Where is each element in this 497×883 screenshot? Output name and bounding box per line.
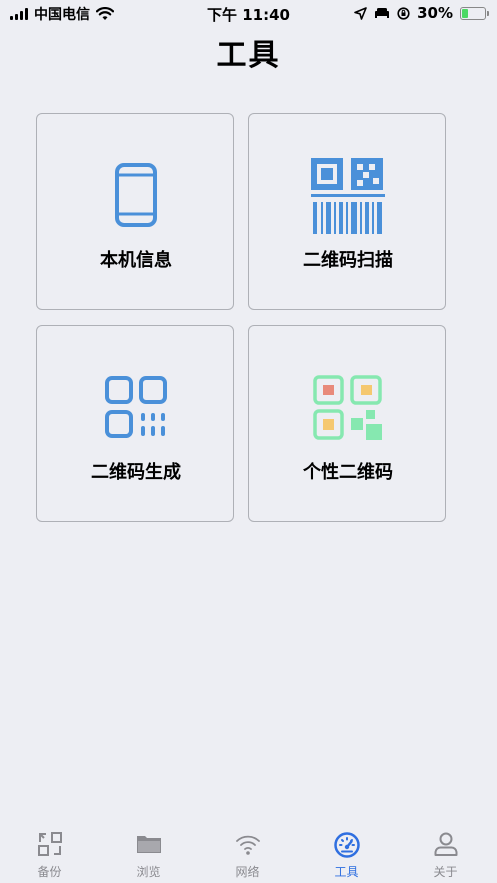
tab-label: 网络 xyxy=(235,865,260,879)
dashboard-icon xyxy=(333,832,360,858)
tab-label: 备份 xyxy=(37,865,62,879)
battery-icon xyxy=(460,6,489,20)
barcode-scan-icon xyxy=(311,158,385,234)
tool-card-qr-generate[interactable]: 二维码生成 xyxy=(36,325,234,522)
tool-card-qr-scan[interactable]: 二维码扫描 xyxy=(248,113,446,310)
orientation-lock-icon xyxy=(397,6,410,20)
tools-grid: 本机信息 二维码扫描 二维码生成 个性二维码 xyxy=(36,113,449,525)
tab-label: 工具 xyxy=(334,865,359,879)
tool-label: 二维码扫描 xyxy=(303,250,393,271)
tab-label: 浏览 xyxy=(136,865,161,879)
battery-percent: 30% xyxy=(417,4,453,22)
tab-bar: 备份 浏览 网络 工具 关于 xyxy=(0,825,497,883)
tool-label: 二维码生成 xyxy=(91,462,181,483)
tab-tools[interactable]: 工具 xyxy=(297,825,396,883)
folder-icon xyxy=(136,836,161,853)
tab-network[interactable]: 网络 xyxy=(198,825,297,883)
tab-about[interactable]: 关于 xyxy=(396,825,495,883)
tool-label: 本机信息 xyxy=(100,250,172,271)
tab-browse[interactable]: 浏览 xyxy=(99,825,198,883)
phone-icon xyxy=(115,163,157,227)
location-icon xyxy=(354,6,367,20)
sleep-mode-icon xyxy=(375,8,390,18)
custom-qr-icon xyxy=(313,375,382,440)
person-icon xyxy=(434,832,457,856)
tool-card-custom-qr[interactable]: 个性二维码 xyxy=(248,325,446,522)
tab-backup[interactable]: 备份 xyxy=(0,825,99,883)
wifi-icon xyxy=(235,835,260,855)
status-bar: 中国电信 下午 11:40 30% xyxy=(0,0,497,26)
backup-icon xyxy=(37,832,62,856)
page-title: 工具 xyxy=(216,38,281,73)
qr-generate-icon xyxy=(105,376,167,438)
tool-card-device-info[interactable]: 本机信息 xyxy=(36,113,234,310)
tool-label: 个性二维码 xyxy=(303,462,393,483)
tab-label: 关于 xyxy=(433,865,458,879)
